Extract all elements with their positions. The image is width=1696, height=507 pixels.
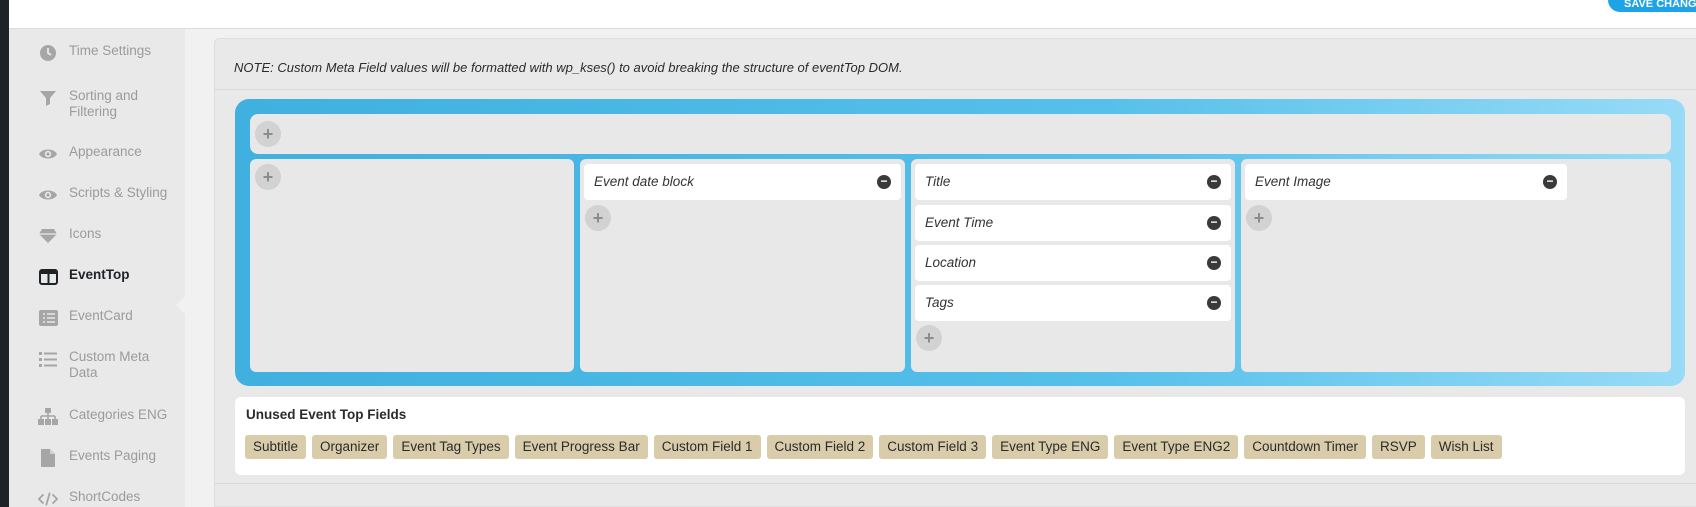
field-label: Title: [925, 174, 951, 189]
filter-icon: [38, 88, 58, 108]
layout-field[interactable]: Tags −: [915, 285, 1231, 321]
eye-icon: [38, 144, 58, 164]
unused-field-chip[interactable]: Subtitle: [245, 435, 307, 459]
unused-field-chip[interactable]: Custom Field 1: [653, 435, 761, 459]
settings-sidebar: Time Settings Sorting and Filtering Appe…: [9, 29, 186, 507]
add-field-button[interactable]: +: [916, 325, 942, 351]
remove-field-button[interactable]: −: [1543, 175, 1557, 189]
field-label: Tags: [925, 295, 954, 310]
unused-field-chip[interactable]: Event Progress Bar: [514, 435, 648, 459]
sidebar-item-label: Time Settings: [69, 43, 152, 58]
remove-field-button[interactable]: −: [1207, 296, 1221, 310]
add-field-button[interactable]: +: [1246, 205, 1272, 231]
document-icon: [38, 448, 58, 468]
divider: [215, 89, 1696, 90]
sitemap-icon: [38, 407, 58, 427]
layout-field[interactable]: Event date block −: [584, 164, 901, 200]
sidebar-item-label: EventTop: [69, 267, 130, 282]
sidebar-item-label: Events Paging: [69, 448, 157, 463]
layout-field[interactable]: Event Image −: [1245, 164, 1567, 200]
unused-field-chip[interactable]: Event Type ENG2: [1114, 435, 1239, 459]
layout-column-4: Event Image − +: [1241, 159, 1671, 372]
sidebar-item-label: Sorting and Filtering: [69, 88, 139, 119]
layout-field[interactable]: Event Time −: [915, 205, 1231, 241]
add-field-button[interactable]: +: [255, 121, 281, 147]
layout-top-row: +: [250, 114, 1671, 154]
clock-icon: [38, 43, 58, 63]
admin-menu-edge: [0, 0, 9, 507]
unused-field-chip[interactable]: RSVP: [1372, 435, 1425, 459]
remove-field-button[interactable]: −: [1207, 216, 1221, 230]
layout-field[interactable]: Location −: [915, 245, 1231, 281]
sidebar-item-label: Scripts & Styling: [69, 185, 168, 200]
unused-field-chip[interactable]: Event Type ENG: [992, 435, 1109, 459]
sidebar-item-label: Categories ENG: [69, 407, 168, 422]
remove-field-button[interactable]: −: [1207, 175, 1221, 189]
eventtop-layout-editor: + + Event date block − + Title − Event T…: [235, 99, 1685, 386]
layout-column-1: +: [250, 159, 574, 372]
layout-columns-icon: [38, 267, 58, 287]
unused-field-chip[interactable]: Event Tag Types: [393, 435, 509, 459]
unused-field-chip[interactable]: Wish List: [1430, 435, 1502, 459]
add-field-button[interactable]: +: [585, 205, 611, 231]
field-label: Event Image: [1255, 174, 1331, 189]
active-indicator: [176, 295, 186, 315]
eventtop-settings-panel: NOTE: Custom Meta Field values will be f…: [214, 38, 1696, 507]
list-icon: [38, 349, 58, 369]
unused-fields-list: Subtitle Organizer Event Tag Types Event…: [245, 435, 1502, 459]
remove-field-button[interactable]: −: [1207, 256, 1221, 270]
field-label: Event Time: [925, 215, 994, 230]
unused-field-chip[interactable]: Custom Field 2: [766, 435, 874, 459]
divider: [215, 483, 1696, 484]
diamond-icon: [38, 226, 58, 246]
layout-column-3: Title − Event Time − Location − Tags − +: [911, 159, 1235, 372]
save-changes-button[interactable]: SAVE CHANGES: [1608, 0, 1696, 12]
sidebar-item-label: EventCard: [69, 308, 133, 323]
unused-field-chip[interactable]: Custom Field 3: [879, 435, 987, 459]
code-icon: [38, 489, 58, 507]
field-label: Event date block: [594, 174, 694, 189]
layout-column-2: Event date block − +: [580, 159, 905, 372]
sidebar-item-label: Appearance: [69, 144, 142, 159]
field-label: Location: [925, 255, 977, 270]
kses-note: NOTE: Custom Meta Field values will be f…: [234, 60, 903, 75]
top-bar: SAVE CHANGES: [9, 0, 1696, 29]
add-field-button[interactable]: +: [255, 164, 281, 190]
unused-field-chip[interactable]: Countdown Timer: [1244, 435, 1367, 459]
layout-field[interactable]: Title −: [915, 164, 1231, 200]
unused-field-chip[interactable]: Organizer: [312, 435, 388, 459]
eye-icon: [38, 185, 58, 205]
sidebar-item-label: ShortCodes: [69, 489, 141, 504]
sidebar-item-label: Custom Meta Data: [69, 349, 150, 380]
remove-field-button[interactable]: −: [877, 175, 891, 189]
sidebar-item-label: Icons: [69, 226, 102, 241]
unused-fields-panel: Unused Event Top Fields Subtitle Organiz…: [235, 397, 1685, 475]
list-card-icon: [38, 308, 58, 328]
unused-fields-title: Unused Event Top Fields: [246, 407, 407, 422]
